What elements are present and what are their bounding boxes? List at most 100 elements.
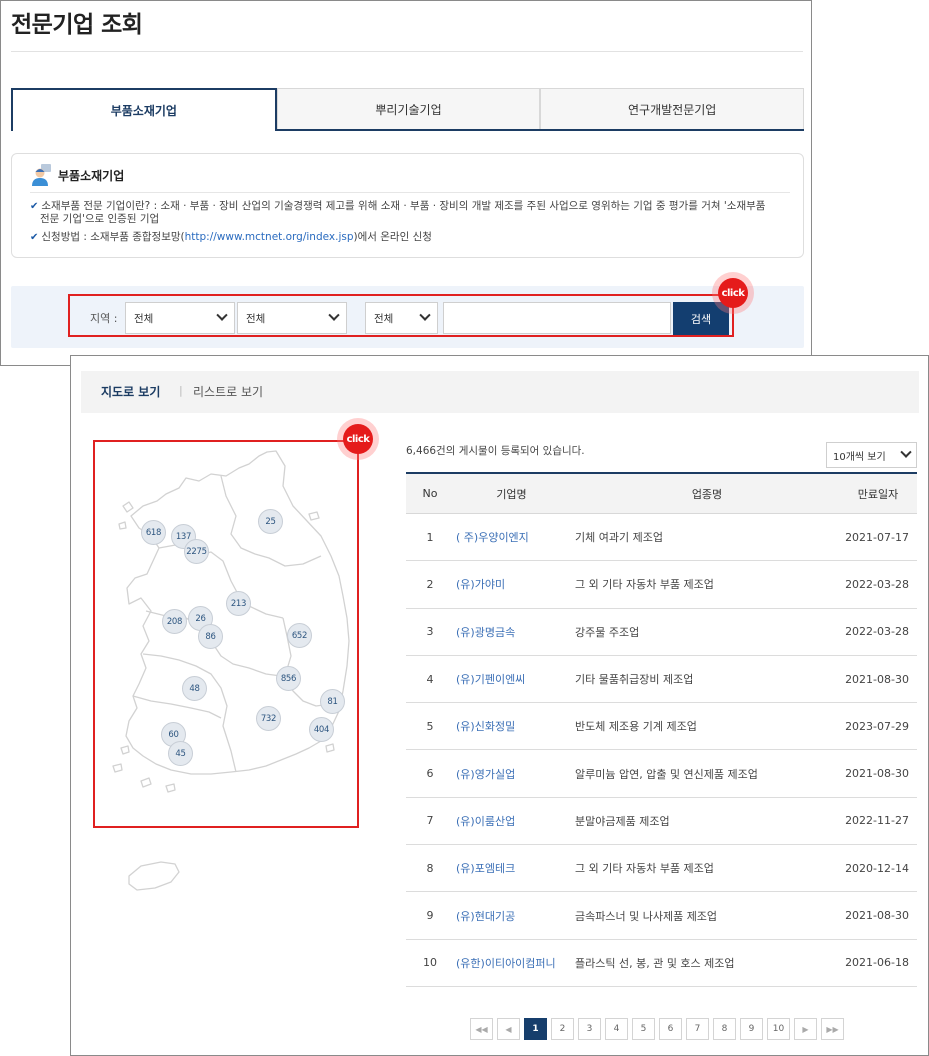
chevron-down-icon (216, 309, 228, 321)
company-link[interactable]: (유)포엠테크 (454, 860, 569, 876)
jeju-island (128, 861, 180, 891)
tab-parts-materials[interactable]: 부품소재기업 (11, 88, 277, 131)
prev-page-button[interactable]: ◀ (497, 1018, 520, 1040)
region-label: 지역 : (90, 312, 118, 325)
page-button-8[interactable]: 8 (713, 1018, 736, 1040)
map-cluster[interactable]: 45 (168, 741, 193, 766)
table-row: 4 (유)기펜이엔씨 기타 물품취급장비 제조업 2021-08-30 (406, 656, 917, 704)
page-button-2[interactable]: 2 (551, 1018, 574, 1040)
row-no: 8 (426, 861, 434, 875)
map-cluster[interactable]: 732 (256, 706, 281, 731)
row-expiry: 2020-12-14 (845, 861, 909, 875)
page-button-9[interactable]: 9 (740, 1018, 763, 1040)
map-cluster[interactable]: 81 (320, 689, 345, 714)
header-industry: 업종명 (691, 487, 723, 501)
row-no: 2 (426, 577, 434, 591)
type-select[interactable]: 전체 (365, 302, 438, 334)
per-page-select[interactable]: 10개씩 보기 (826, 442, 917, 468)
company-link[interactable]: ( 주)우양이엔지 (454, 529, 569, 545)
table-row: 5 (유)신화정밀 반도체 제조용 기계 제조업 2023-07-29 (406, 703, 917, 751)
row-industry: 반도체 제조용 기계 제조업 (575, 720, 697, 734)
search-bar: 지역 : 전체 전체 전체 검색 (11, 286, 804, 348)
page-button-1[interactable]: 1 (524, 1018, 547, 1040)
keyword-input[interactable] (443, 302, 671, 334)
first-page-button[interactable]: ◀◀ (470, 1018, 493, 1040)
table-row: 8 (유)포엠테크 그 외 기타 자동차 부품 제조업 2020-12-14 (406, 845, 917, 893)
chevron-down-icon (328, 309, 340, 321)
pagination: ◀◀ ◀ 1 2 3 4 5 6 7 8 9 10 ▶ ▶▶ (470, 1018, 844, 1040)
company-link[interactable]: (유)광명금속 (454, 624, 569, 640)
row-expiry: 2021-06-18 (845, 956, 909, 970)
company-link[interactable]: (유)기펜이엔씨 (454, 671, 569, 687)
company-link[interactable]: (유)신화정밀 (454, 718, 569, 734)
page-button-6[interactable]: 6 (659, 1018, 682, 1040)
row-expiry: 2021-08-30 (845, 672, 909, 686)
row-no: 1 (426, 530, 434, 544)
row-industry: 강주물 주조업 (575, 625, 640, 639)
results-panel: 지도로 보기 | 리스트로 보기 618 137 2275 25 213 208… (70, 355, 929, 1056)
row-industry: 분말야금제품 제조업 (575, 814, 670, 828)
row-industry: 기체 여과기 제조업 (575, 531, 663, 545)
row-expiry: 2022-03-28 (845, 577, 909, 591)
type-select-value: 전체 (374, 312, 394, 325)
row-expiry: 2021-08-30 (845, 767, 909, 781)
region-select-1[interactable]: 전체 (125, 302, 235, 334)
info-definition-text-2: 전문 기업'으로 인증된 기업 (40, 213, 160, 225)
search-highlight-frame: 지역 : 전체 전체 전체 검색 (68, 294, 734, 337)
row-no: 7 (426, 814, 434, 828)
company-link[interactable]: (유)현대기공 (454, 908, 569, 924)
table-row: 9 (유)현대기공 금속파스너 및 나사제품 제조업 2021-08-30 (406, 892, 917, 940)
info-box: 부품소재기업 ✔ 소재부품 전문 기업이란? : 소재 · 부품 · 장비 산업의… (11, 153, 804, 258)
map-cluster[interactable]: 404 (309, 717, 334, 742)
row-no: 5 (426, 719, 434, 733)
header-no: No (422, 487, 438, 500)
tab-root-technology[interactable]: 뿌리기술기업 (276, 88, 541, 129)
company-link[interactable]: (유)이룸산업 (454, 813, 569, 829)
page-button-10[interactable]: 10 (767, 1018, 790, 1040)
map-cluster[interactable]: 213 (226, 591, 251, 616)
header-company: 기업명 (496, 487, 527, 501)
click-marker-label: click (343, 424, 373, 454)
row-industry: 기타 물품취급장비 제조업 (575, 673, 694, 687)
region-select-2[interactable]: 전체 (237, 302, 347, 334)
page-button-7[interactable]: 7 (686, 1018, 709, 1040)
info-definition-cont: 전문 기업'으로 인증된 기업 (30, 213, 790, 226)
company-link[interactable]: (유)영가실업 (454, 766, 569, 782)
row-expiry: 2021-07-17 (845, 530, 909, 544)
region-select-1-value: 전체 (134, 312, 154, 325)
table-header: No 기업명 업종명 만료일자 (406, 474, 917, 514)
check-icon: ✔ (30, 201, 39, 212)
page-button-5[interactable]: 5 (632, 1018, 655, 1040)
map-cluster[interactable]: 652 (287, 623, 312, 648)
map-cluster[interactable]: 2275 (184, 539, 209, 564)
row-no: 6 (426, 767, 434, 781)
page-button-3[interactable]: 3 (578, 1018, 601, 1040)
map-cluster[interactable]: 25 (258, 509, 283, 534)
info-title: 부품소재기업 (58, 168, 125, 183)
table-row: 6 (유)영가실업 알루미늄 압연, 압출 및 연신제품 제조업 2021-08… (406, 750, 917, 798)
application-prefix: 신청방법 : 소재부품 종합정보망( (41, 231, 185, 243)
row-expiry: 2023-07-29 (845, 719, 909, 733)
table-row: 3 (유)광명금속 강주물 주조업 2022-03-28 (406, 609, 917, 656)
map-cluster[interactable]: 856 (276, 666, 301, 691)
row-industry: 그 외 기타 자동차 부품 제조업 (575, 862, 714, 876)
next-page-button[interactable]: ▶ (794, 1018, 817, 1040)
table-row: 2 (유)가야미 그 외 기타 자동차 부품 제조업 2022-03-28 (406, 561, 917, 609)
page-button-4[interactable]: 4 (605, 1018, 628, 1040)
row-no: 4 (426, 672, 434, 686)
tab-rnd-specialist[interactable]: 연구개발전문기업 (540, 88, 805, 129)
last-page-button[interactable]: ▶▶ (821, 1018, 844, 1040)
row-industry: 그 외 기타 자동차 부품 제조업 (575, 578, 714, 592)
header-expiry: 만료일자 (857, 487, 899, 501)
map-cluster[interactable]: 208 (162, 609, 187, 634)
search-panel: 전문기업 조회 부품소재기업 뿌리기술기업 연구개발전문기업 부품소재기업 ✔ 소… (0, 0, 812, 366)
company-link[interactable]: (유)가야미 (454, 576, 569, 592)
company-link[interactable]: (유한)이티아이컴퍼니 (454, 955, 569, 971)
map-cluster[interactable]: 48 (182, 676, 207, 701)
map-cluster[interactable]: 618 (141, 520, 166, 545)
map-cluster[interactable]: 86 (198, 624, 223, 649)
click-marker-map: click (337, 418, 379, 460)
info-application: ✔ 신청방법 : 소재부품 종합정보망(http://www.mctnet.org… (30, 231, 790, 244)
click-marker-search: click (712, 272, 754, 314)
mctnet-link[interactable]: http://www.mctnet.org/index.jsp (185, 231, 354, 243)
